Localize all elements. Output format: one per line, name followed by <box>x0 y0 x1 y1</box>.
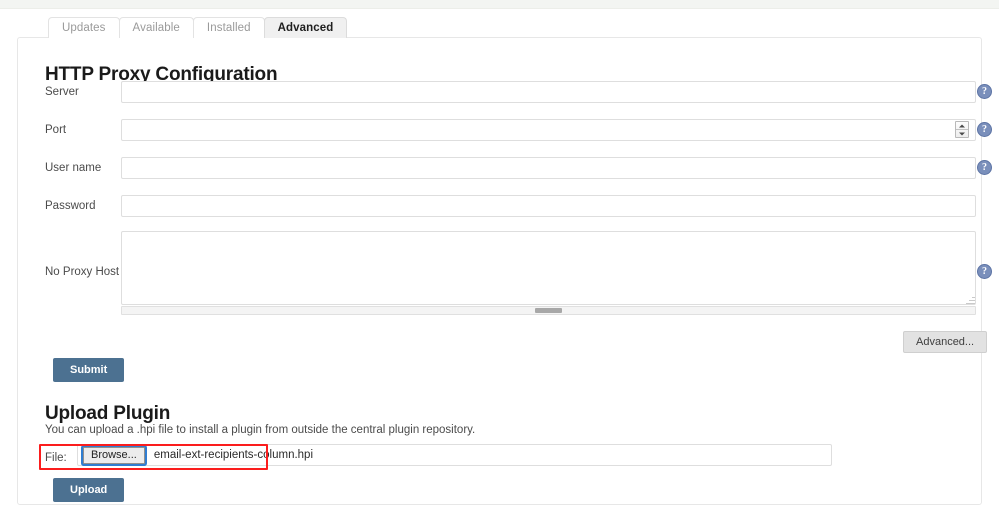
plugin-manager-tabs: Updates Available Installed Advanced <box>48 17 348 38</box>
selected-file-name: email-ext-recipients-column.hpi <box>153 449 314 461</box>
no-proxy-host-field-wrap <box>121 231 976 315</box>
stepper-down-icon[interactable] <box>956 130 968 137</box>
no-proxy-host-help-icon[interactable]: ? <box>977 264 992 279</box>
password-input[interactable] <box>121 195 976 217</box>
no-proxy-host-label: No Proxy Host <box>45 266 120 278</box>
no-proxy-host-textarea[interactable] <box>121 231 976 305</box>
port-label: Port <box>45 124 67 136</box>
submit-button[interactable]: Submit <box>53 358 125 382</box>
upload-plugin-heading: Upload Plugin <box>45 402 171 424</box>
port-number-stepper[interactable] <box>955 121 969 138</box>
page-top-strip <box>0 0 999 9</box>
file-label: File: <box>45 451 67 464</box>
advanced-panel: HTTP Proxy Configuration Server ? Port ?… <box>17 37 992 505</box>
tab-updates[interactable]: Updates <box>48 17 120 38</box>
stepper-up-icon[interactable] <box>956 122 968 129</box>
server-label: Server <box>45 86 79 98</box>
user-name-label: User name <box>45 162 102 174</box>
port-input[interactable] <box>121 119 976 141</box>
tab-available-label: Available <box>132 22 180 34</box>
user-name-help-icon[interactable]: ? <box>977 160 992 175</box>
server-input[interactable] <box>121 81 976 103</box>
upload-plugin-description: You can upload a .hpi file to install a … <box>45 424 476 436</box>
tab-available[interactable]: Available <box>118 17 194 38</box>
server-help-icon[interactable]: ? <box>977 84 992 99</box>
tab-advanced-label: Advanced <box>277 22 334 34</box>
tab-updates-label: Updates <box>62 22 106 34</box>
scrollbar-thumb[interactable] <box>535 308 562 313</box>
browse-button[interactable]: Browse... <box>83 446 145 464</box>
tab-installed[interactable]: Installed <box>192 17 265 38</box>
no-proxy-host-horizontal-scrollbar[interactable] <box>121 306 976 315</box>
port-help-icon[interactable]: ? <box>977 122 992 137</box>
file-upload-field[interactable]: Browse... email-ext-recipients-column.hp… <box>77 444 832 466</box>
advanced-button[interactable]: Advanced... <box>903 331 988 353</box>
password-label: Password <box>45 200 96 212</box>
user-name-input[interactable] <box>121 157 976 179</box>
upload-button[interactable]: Upload <box>53 478 125 502</box>
tab-advanced[interactable]: Advanced <box>263 17 348 38</box>
tab-installed-label: Installed <box>206 22 251 34</box>
